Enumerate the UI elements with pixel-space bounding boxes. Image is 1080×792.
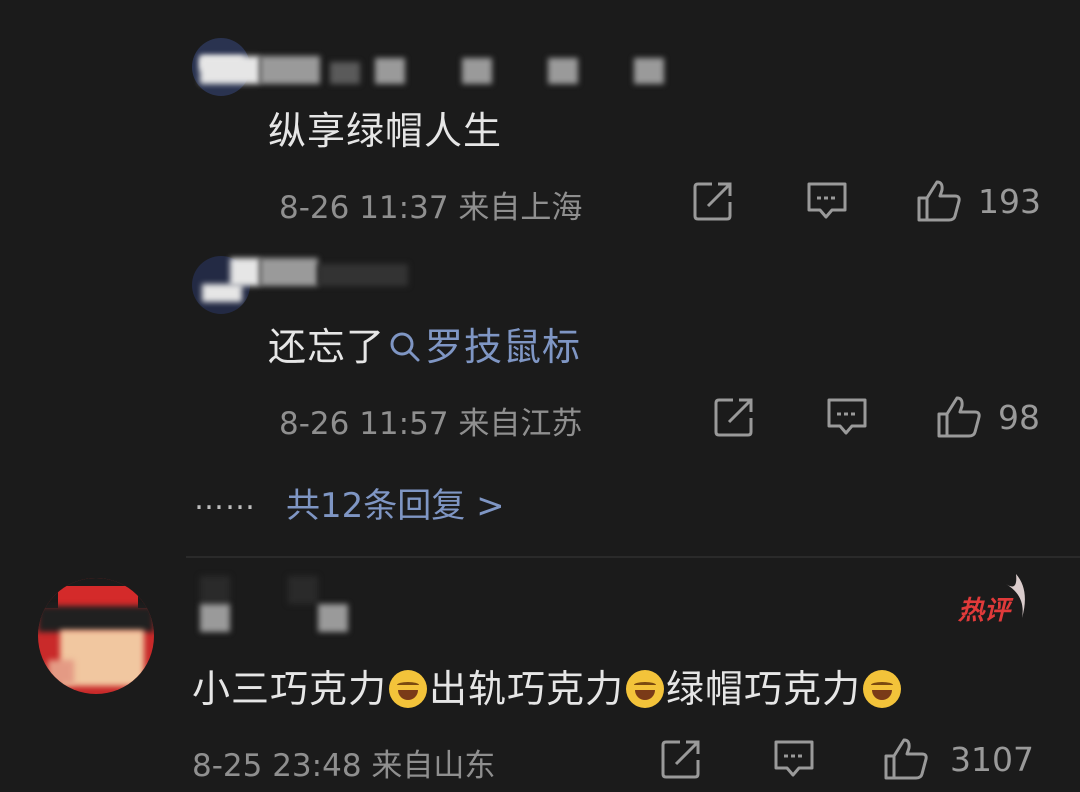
hot-flame-icon xyxy=(1000,572,1032,624)
view-replies-link[interactable]: 共12条回复 > xyxy=(286,478,505,527)
like-count: 3107 xyxy=(950,740,1034,779)
divider xyxy=(186,556,1080,558)
comment-location: 来自山东 xyxy=(371,748,496,784)
comment-icon[interactable] xyxy=(825,396,869,438)
username-blurred[interactable] xyxy=(200,576,390,636)
laughing-tears-emoji xyxy=(626,670,665,708)
share-icon[interactable] xyxy=(660,738,702,780)
comment-meta: 8-25 23:48 来自山东 xyxy=(192,740,495,785)
username-blurred[interactable] xyxy=(230,258,420,292)
search-link[interactable]: 罗技鼠标 xyxy=(385,325,581,369)
laughing-tears-emoji xyxy=(863,670,902,708)
thumb-up-icon[interactable] xyxy=(915,178,963,224)
reply-text: 纵享绿帽人生 xyxy=(268,109,503,153)
reply-meta: 8-26 11:37 来自上海 xyxy=(279,182,582,227)
reply-meta: 8-26 11:57 来自江苏 xyxy=(279,398,582,443)
comment-segment: 出轨巧克力 xyxy=(429,667,625,711)
reply-time: 8-26 11:57 xyxy=(279,406,449,442)
reply-location: 来自江苏 xyxy=(458,406,583,442)
comment-segment: 绿帽巧克力 xyxy=(666,667,862,711)
ellipsis: …… xyxy=(194,482,256,517)
comment-icon[interactable] xyxy=(805,180,849,222)
comment-segment: 小三巧克力 xyxy=(192,667,388,711)
comment-text: 小三巧克力 出轨巧克力 绿帽巧克力 xyxy=(192,658,903,713)
thumb-up-icon[interactable] xyxy=(882,736,930,782)
username-blurred[interactable] xyxy=(200,56,670,88)
reply-text: 还忘了 罗技鼠标 xyxy=(268,316,581,371)
like-count: 98 xyxy=(998,398,1040,437)
laughing-tears-emoji xyxy=(389,670,428,708)
thumb-up-icon[interactable] xyxy=(935,394,983,440)
share-icon[interactable] xyxy=(713,396,755,438)
comment-time: 8-25 23:48 xyxy=(192,748,362,784)
avatar[interactable] xyxy=(38,578,154,694)
reply-location: 来自上海 xyxy=(458,190,583,226)
reply-time: 8-26 11:37 xyxy=(279,190,449,226)
like-count: 193 xyxy=(978,182,1041,221)
search-link-label: 罗技鼠标 xyxy=(425,325,582,369)
share-icon[interactable] xyxy=(692,180,734,222)
search-icon xyxy=(389,331,421,363)
comment-icon[interactable] xyxy=(772,738,816,780)
reply-text-prefix: 还忘了 xyxy=(268,325,386,369)
